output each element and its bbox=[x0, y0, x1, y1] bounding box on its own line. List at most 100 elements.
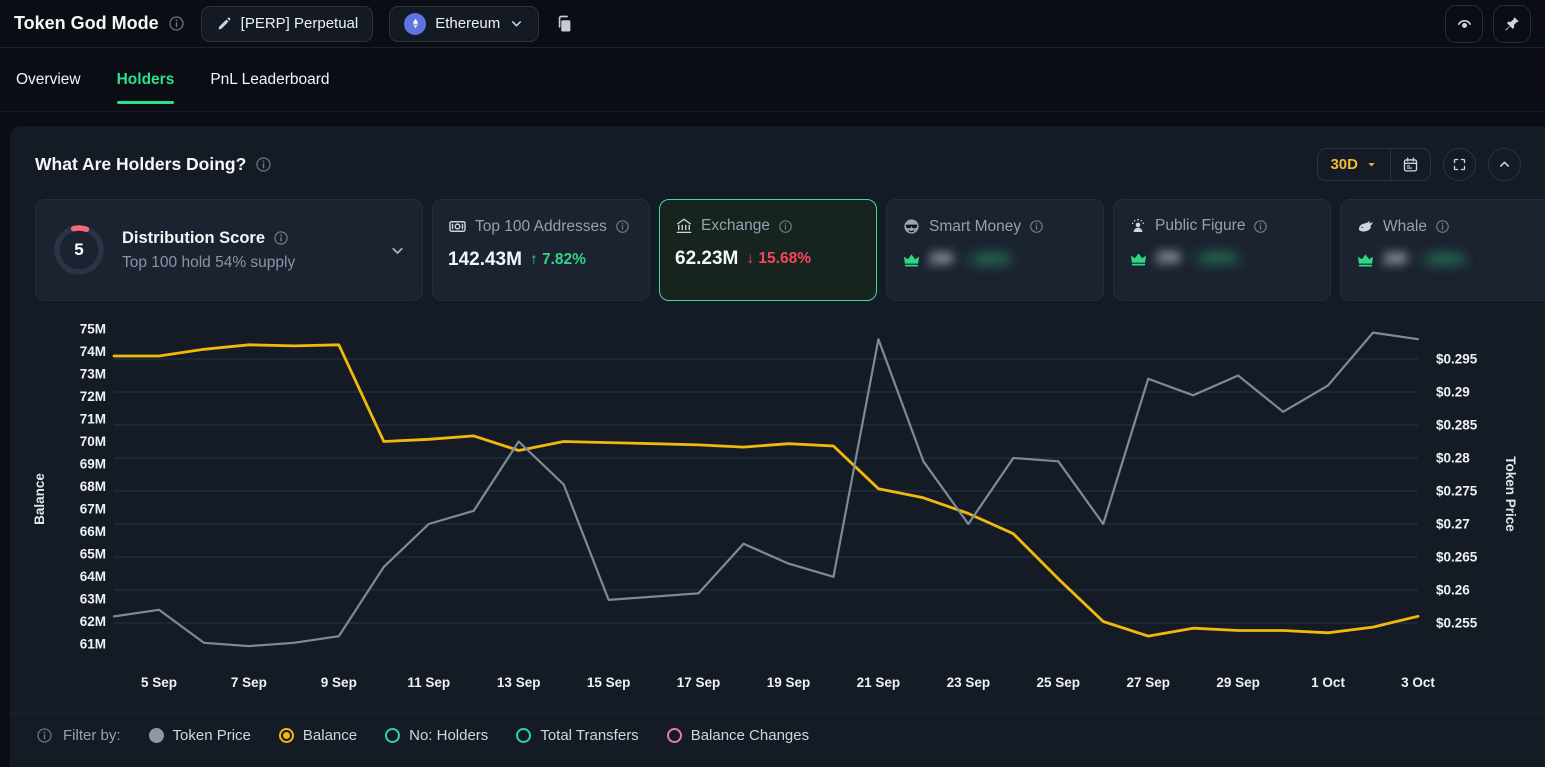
info-icon[interactable] bbox=[1253, 219, 1268, 234]
legend-label: Balance bbox=[303, 727, 357, 744]
masked-change: ↑ 100% bbox=[961, 251, 1011, 268]
filter-total-transfers[interactable]: Total Transfers bbox=[516, 727, 638, 744]
stat-card-public-figure[interactable]: Public Figure 2M ↑ 100% bbox=[1113, 199, 1331, 301]
svg-text:9 Sep: 9 Sep bbox=[321, 675, 357, 690]
stat-cards-row: 5 Distribution Score Top 100 hold 54% su… bbox=[35, 199, 1545, 301]
masked-change: ↑ 100% bbox=[1188, 250, 1238, 267]
stat-label: Exchange bbox=[701, 217, 770, 235]
svg-text:27 Sep: 27 Sep bbox=[1126, 675, 1170, 690]
svg-text:23 Sep: 23 Sep bbox=[947, 675, 991, 690]
range-value: 30D bbox=[1330, 156, 1358, 173]
svg-text:75M: 75M bbox=[80, 322, 106, 337]
svg-text:68M: 68M bbox=[80, 479, 106, 494]
stat-card-top-100-addresses[interactable]: Top 100 Addresses 142.43M ↑ 7.82% bbox=[432, 199, 650, 301]
date-range-control: 30D bbox=[1317, 148, 1431, 181]
filter-balance[interactable]: Balance bbox=[279, 727, 357, 744]
range-dropdown[interactable]: 30D bbox=[1318, 149, 1390, 180]
svg-text:1 Oct: 1 Oct bbox=[1311, 675, 1345, 690]
svg-text:63M: 63M bbox=[80, 592, 106, 607]
info-icon[interactable] bbox=[36, 727, 53, 744]
chevron-down-icon bbox=[1365, 158, 1378, 171]
svg-text:$0.285: $0.285 bbox=[1436, 418, 1478, 433]
pin-icon bbox=[1503, 15, 1521, 33]
stat-value: 142.43M bbox=[448, 249, 522, 271]
svg-text:$0.275: $0.275 bbox=[1436, 484, 1478, 499]
info-icon[interactable] bbox=[1029, 219, 1044, 234]
svg-text:15 Sep: 15 Sep bbox=[587, 675, 631, 690]
watchlist-button[interactable] bbox=[1445, 5, 1483, 43]
token-select-label: [PERP] Perpetual bbox=[241, 15, 359, 32]
chain-select-label: Ethereum bbox=[435, 15, 500, 32]
masked-value: 2M bbox=[1156, 248, 1180, 268]
stat-change: ↓ 15.68% bbox=[746, 250, 811, 268]
chart-filter-bar: Filter by: Token Price Balance No: Holde… bbox=[10, 713, 1545, 744]
crown-icon bbox=[1129, 249, 1148, 268]
token-select-button[interactable]: [PERP] Perpetual bbox=[201, 6, 374, 42]
app-title-group: Token God Mode bbox=[14, 13, 185, 34]
fullscreen-button[interactable] bbox=[1443, 148, 1476, 181]
panel-controls: 30D bbox=[1317, 148, 1521, 181]
masked-value: 2M bbox=[1383, 249, 1407, 269]
filter-by-label: Filter by: bbox=[63, 727, 121, 744]
svg-text:$0.265: $0.265 bbox=[1436, 550, 1478, 565]
calendar-button[interactable] bbox=[1390, 149, 1430, 180]
collapse-button[interactable] bbox=[1488, 148, 1521, 181]
svg-text:71M: 71M bbox=[80, 412, 106, 427]
pin-button[interactable] bbox=[1493, 5, 1531, 43]
watch-icon bbox=[1455, 14, 1474, 33]
svg-text:$0.295: $0.295 bbox=[1436, 352, 1478, 367]
legend-label: Balance Changes bbox=[691, 727, 809, 744]
masked-change: ↑ 100% bbox=[1415, 251, 1465, 268]
svg-text:11 Sep: 11 Sep bbox=[407, 675, 450, 690]
copy-address-icon[interactable] bbox=[555, 14, 575, 34]
info-icon[interactable] bbox=[1435, 219, 1450, 234]
svg-text:66M: 66M bbox=[80, 524, 106, 539]
svg-text:$0.26: $0.26 bbox=[1436, 583, 1470, 598]
tab-bar: Overview Holders PnL Leaderboard bbox=[0, 48, 1545, 112]
distribution-score-card[interactable]: 5 Distribution Score Top 100 hold 54% su… bbox=[35, 199, 423, 301]
filter-balance-changes[interactable]: Balance Changes bbox=[667, 727, 809, 744]
filter-token-price[interactable]: Token Price bbox=[149, 727, 251, 744]
stat-label: Whale bbox=[1383, 218, 1427, 236]
svg-text:72M: 72M bbox=[80, 389, 106, 404]
tab-overview[interactable]: Overview bbox=[16, 48, 81, 111]
distribution-score-gauge: 5 bbox=[52, 223, 106, 277]
filter-no-holders[interactable]: No: Holders bbox=[385, 727, 488, 744]
svg-text:73M: 73M bbox=[80, 367, 106, 382]
svg-text:13 Sep: 13 Sep bbox=[497, 675, 541, 690]
info-icon[interactable] bbox=[273, 230, 289, 246]
total-transfers-swatch bbox=[516, 728, 531, 743]
banknote-icon bbox=[448, 217, 467, 236]
stat-label: Top 100 Addresses bbox=[475, 218, 607, 236]
info-icon[interactable] bbox=[168, 15, 185, 32]
ethereum-icon bbox=[404, 13, 426, 35]
stat-card-whale[interactable]: Whale 2M ↑ 100% bbox=[1340, 199, 1545, 301]
info-icon[interactable] bbox=[778, 219, 793, 234]
topbar-actions bbox=[1445, 5, 1531, 43]
svg-text:25 Sep: 25 Sep bbox=[1037, 675, 1081, 690]
chevron-up-icon bbox=[1497, 157, 1512, 172]
public-figure-icon bbox=[1129, 217, 1147, 235]
panel-header: What Are Holders Doing? 30D bbox=[10, 148, 1545, 181]
no-holders-swatch bbox=[385, 728, 400, 743]
chevron-down-icon[interactable] bbox=[389, 242, 406, 259]
pencil-icon bbox=[216, 16, 232, 32]
svg-text:Token Price: Token Price bbox=[1503, 456, 1518, 532]
svg-text:$0.29: $0.29 bbox=[1436, 385, 1470, 400]
stat-value: 62.23M bbox=[675, 248, 738, 270]
token-price-swatch bbox=[149, 728, 164, 743]
distribution-score-value: 5 bbox=[52, 223, 106, 277]
svg-text:$0.255: $0.255 bbox=[1436, 616, 1478, 631]
info-icon[interactable] bbox=[615, 219, 630, 234]
tab-holders[interactable]: Holders bbox=[117, 48, 175, 111]
svg-text:69M: 69M bbox=[80, 457, 106, 472]
holders-chart[interactable]: 75M74M73M72M71M70M69M68M67M66M65M64M63M6… bbox=[10, 309, 1545, 711]
stat-card-smart-money[interactable]: Smart Money 2M ↑ 100% bbox=[886, 199, 1104, 301]
crown-icon bbox=[1356, 250, 1375, 269]
info-icon[interactable] bbox=[255, 156, 272, 173]
svg-text:5 Sep: 5 Sep bbox=[141, 675, 177, 690]
stat-card-exchange[interactable]: Exchange 62.23M ↓ 15.68% bbox=[659, 199, 877, 301]
top-bar: Token God Mode [PERP] Perpetual Ethereum bbox=[0, 0, 1545, 48]
tab-pnl-leaderboard[interactable]: PnL Leaderboard bbox=[210, 48, 329, 111]
chain-select-button[interactable]: Ethereum bbox=[389, 6, 539, 42]
